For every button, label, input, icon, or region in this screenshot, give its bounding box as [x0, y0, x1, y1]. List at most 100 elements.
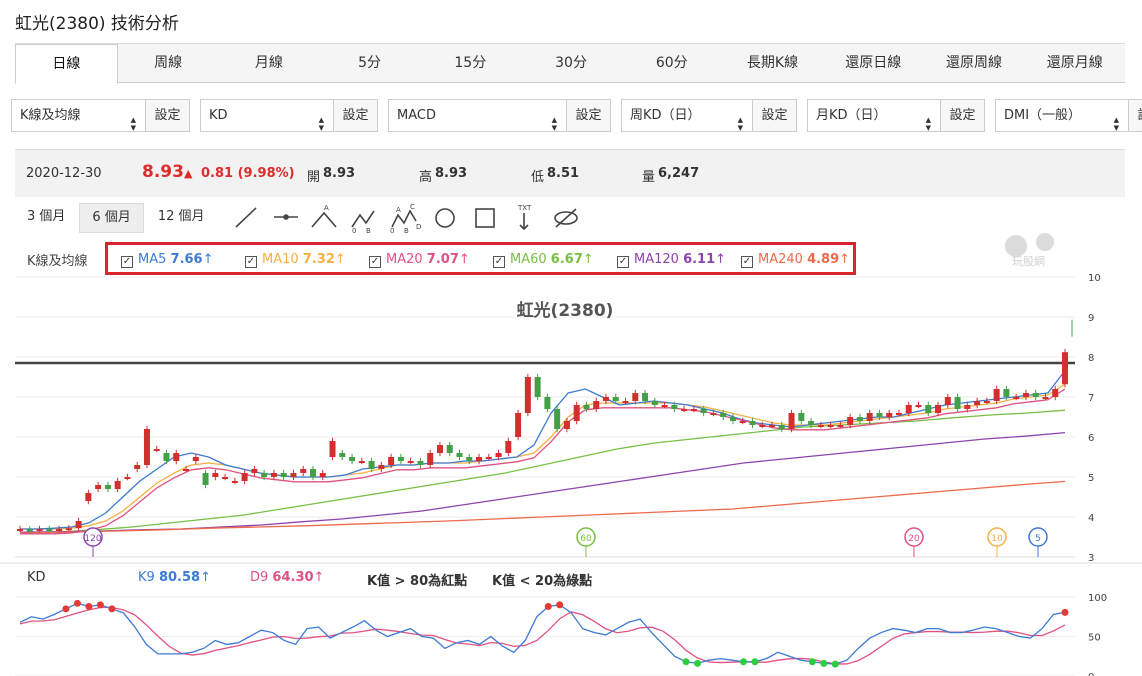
candle-body	[895, 413, 902, 415]
candle-body	[983, 401, 990, 403]
candle-body	[261, 473, 268, 477]
candle-body	[573, 405, 580, 421]
candle-body	[583, 405, 590, 409]
kd-green-dot	[820, 659, 828, 667]
candle-body	[309, 469, 316, 477]
candle-body	[329, 441, 336, 457]
candle-body	[300, 469, 307, 473]
candle-body	[759, 425, 766, 427]
y-tick-label: 8	[1088, 353, 1094, 364]
candle-body	[153, 449, 160, 451]
candle-body	[241, 473, 248, 481]
candle-body	[925, 405, 932, 413]
y-tick-label: 6	[1088, 433, 1094, 444]
candle-body	[173, 453, 180, 461]
candle-body	[26, 529, 33, 532]
kd-red-dot	[73, 599, 81, 607]
candle-body	[339, 453, 346, 457]
candle-body	[1052, 389, 1059, 397]
candle-body	[866, 413, 873, 421]
candle-body	[446, 445, 453, 453]
k-label: K9	[138, 570, 155, 585]
candle-body	[876, 413, 883, 417]
candle-body	[124, 477, 131, 479]
candle-body	[104, 485, 111, 489]
candle-body	[671, 405, 678, 409]
candle-body	[778, 425, 785, 429]
candle-body	[222, 477, 229, 479]
candle-body	[495, 453, 502, 457]
ma-marker-label: 120	[84, 534, 101, 544]
y-tick-label: 3	[1088, 553, 1094, 564]
candle-body	[212, 473, 219, 477]
kd-green-dot	[751, 658, 759, 666]
ma-marker-label: 5	[1035, 534, 1041, 544]
kd-green-dot	[682, 658, 690, 666]
candle-body	[17, 529, 23, 531]
candle-body	[817, 425, 824, 427]
candle-body	[720, 413, 727, 417]
candle-body	[729, 417, 736, 421]
candle-body	[661, 405, 668, 407]
y-tick-label: 9	[1088, 313, 1094, 324]
candle-body	[710, 413, 717, 415]
candle-body	[788, 413, 795, 429]
candle-body	[417, 461, 424, 465]
candle-body	[593, 401, 600, 409]
candle-body	[456, 453, 463, 457]
candle-body	[739, 421, 746, 423]
candle-body	[944, 397, 951, 405]
y-tick-label: 10	[1088, 273, 1101, 284]
kd-green-dot	[808, 658, 816, 666]
kd-tick-label: 100	[1088, 593, 1107, 604]
candle-body	[143, 429, 150, 465]
kd-note-green: K值 < 20為綠點	[492, 574, 593, 589]
candle-body	[270, 473, 277, 477]
ma-marker-label: 60	[580, 534, 592, 544]
candle-body	[563, 421, 570, 429]
candle-body	[808, 421, 815, 425]
candle-body	[534, 377, 541, 397]
kd-green-dot	[694, 659, 702, 667]
y-tick-label: 5	[1088, 473, 1094, 484]
kd-label: KD	[27, 570, 46, 585]
candle-body	[290, 473, 297, 477]
candle-body	[485, 457, 492, 459]
chart-title: 虹光(2380)	[517, 300, 614, 321]
candle-body	[36, 529, 43, 531]
ma-marker-label: 20	[908, 534, 920, 544]
candle-body	[46, 529, 53, 531]
candle-body	[837, 425, 844, 427]
candle-body	[436, 445, 443, 453]
kd-red-dot	[108, 605, 116, 613]
candle-body	[749, 421, 756, 425]
kd-red-dot	[1061, 608, 1069, 616]
candle-body	[622, 401, 629, 403]
candle-body	[319, 473, 326, 477]
candle-body	[612, 397, 619, 401]
candle-body	[769, 425, 776, 427]
candle-body	[114, 481, 121, 489]
ma-marker-label: 10	[991, 534, 1003, 544]
candle-body	[280, 473, 287, 477]
kd-green-dot	[831, 660, 839, 668]
candle-body	[427, 453, 434, 465]
candle-body	[388, 457, 395, 465]
candle-body	[544, 397, 551, 409]
candle-body	[886, 413, 893, 417]
candle-body	[349, 457, 356, 461]
candle-body	[974, 401, 981, 405]
candle-body	[905, 405, 912, 413]
d-value: 64.30	[272, 570, 314, 585]
kd-red-dot	[556, 601, 564, 609]
candle-body	[202, 473, 209, 485]
kd-tick-label: 0	[1088, 672, 1094, 676]
d-value-text: D9 64.30↑	[250, 570, 324, 585]
candle-body	[554, 409, 561, 429]
candle-body	[368, 461, 375, 469]
candle-body	[95, 485, 102, 489]
kd-green-dot	[739, 658, 747, 666]
candle-body	[993, 389, 1000, 401]
candle-body	[798, 413, 805, 421]
kd-red-dot	[62, 605, 70, 613]
